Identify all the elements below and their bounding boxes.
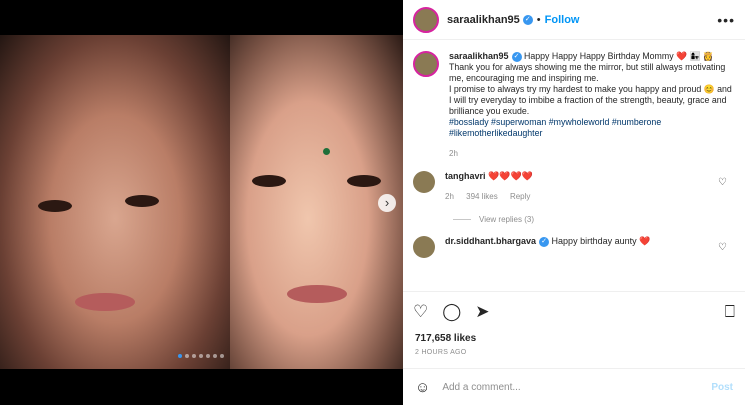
carousel-dot	[220, 354, 224, 358]
share-icon[interactable]: ➤	[475, 302, 489, 322]
add-comment-bar: ☺ Add a comment... Post	[403, 368, 745, 405]
comment-item: dr.siddhant.bhargava ✓ Happy birthday aun…	[413, 236, 733, 258]
username[interactable]: saraalikhan95	[447, 14, 520, 26]
right-eye	[347, 175, 381, 187]
avatar[interactable]	[413, 51, 439, 77]
right-eye	[125, 195, 159, 207]
comment-username[interactable]: dr.siddhant.bhargava	[445, 236, 536, 246]
view-replies-button[interactable]: View replies (3)	[453, 215, 733, 224]
carousel-dot	[213, 354, 217, 358]
post-side-panel: saraalikhan95 ✓ • Follow ••• saraalikhan…	[403, 0, 745, 405]
verified-icon: ✓	[522, 14, 533, 25]
caption-line1: Thank you for always showing me the mirr…	[449, 62, 726, 83]
carousel-dot	[206, 354, 210, 358]
hashtags[interactable]: #bosslady #superwoman #mywholeworld #num…	[449, 117, 733, 139]
carousel-dot	[199, 354, 203, 358]
avatar[interactable]	[413, 236, 435, 258]
lips	[75, 293, 135, 311]
carousel-dot	[178, 354, 182, 358]
avatar[interactable]	[413, 171, 435, 193]
comment-likes[interactable]: 394 likes	[466, 192, 498, 201]
comment-text: ❤️❤️❤️❤️	[488, 171, 533, 181]
comment-age: 2h	[445, 192, 454, 201]
bindi	[323, 148, 330, 155]
verified-icon: ✓	[539, 236, 550, 247]
reply-button[interactable]: Reply	[510, 192, 530, 201]
comment-text: Happy birthday aunty ❤️	[551, 236, 651, 246]
caption-username[interactable]: saraalikhan95	[449, 51, 509, 61]
comment-username[interactable]: tanghavri	[445, 171, 486, 181]
carousel-dot	[185, 354, 189, 358]
post-header: saraalikhan95 ✓ • Follow •••	[403, 0, 745, 40]
caption-first: Happy Happy Happy Birthday Mommy	[524, 51, 674, 61]
carousel-dot	[192, 354, 196, 358]
action-bar: ♡ ◯ ➤ ⎕	[403, 291, 745, 331]
comments-section: saraalikhan95 ✓ Happy Happy Happy Birthda…	[403, 41, 745, 291]
likes-count[interactable]: 717,658 likes	[415, 333, 476, 344]
comment-icon[interactable]: ◯	[442, 302, 461, 322]
heart-icon[interactable]: ♡	[718, 242, 727, 253]
left-eye	[38, 200, 72, 212]
carousel-dots	[178, 354, 224, 358]
emoji-icon[interactable]: ☺	[415, 379, 430, 396]
heart-icon[interactable]: ♡	[718, 177, 727, 188]
caption-emoji: ❤️ 👩‍👧 👸	[676, 51, 714, 61]
caption-age: 2h	[449, 149, 458, 158]
caption: saraalikhan95 ✓ Happy Happy Happy Birthda…	[413, 51, 733, 159]
follow-button[interactable]: Follow	[545, 14, 580, 26]
caption-line2: I promise to always try my hardest to ma…	[449, 84, 732, 116]
comment-input[interactable]: Add a comment...	[442, 382, 520, 393]
comment-item: tanghavri ❤️❤️❤️❤️ 2h 394 likes Reply ♡	[413, 171, 733, 201]
post-button[interactable]: Post	[711, 382, 733, 393]
photo-left	[0, 35, 230, 369]
heart-icon[interactable]: ♡	[413, 302, 428, 322]
post-media: ›	[0, 0, 403, 405]
verified-icon: ✓	[511, 51, 522, 62]
left-eye	[252, 175, 286, 187]
next-slide-button[interactable]: ›	[378, 194, 396, 212]
post-time: 2 HOURS AGO	[415, 349, 467, 356]
more-options-icon[interactable]: •••	[717, 12, 735, 28]
lips	[287, 285, 347, 303]
avatar[interactable]	[413, 6, 439, 33]
bookmark-icon[interactable]: ⎕	[725, 302, 735, 322]
